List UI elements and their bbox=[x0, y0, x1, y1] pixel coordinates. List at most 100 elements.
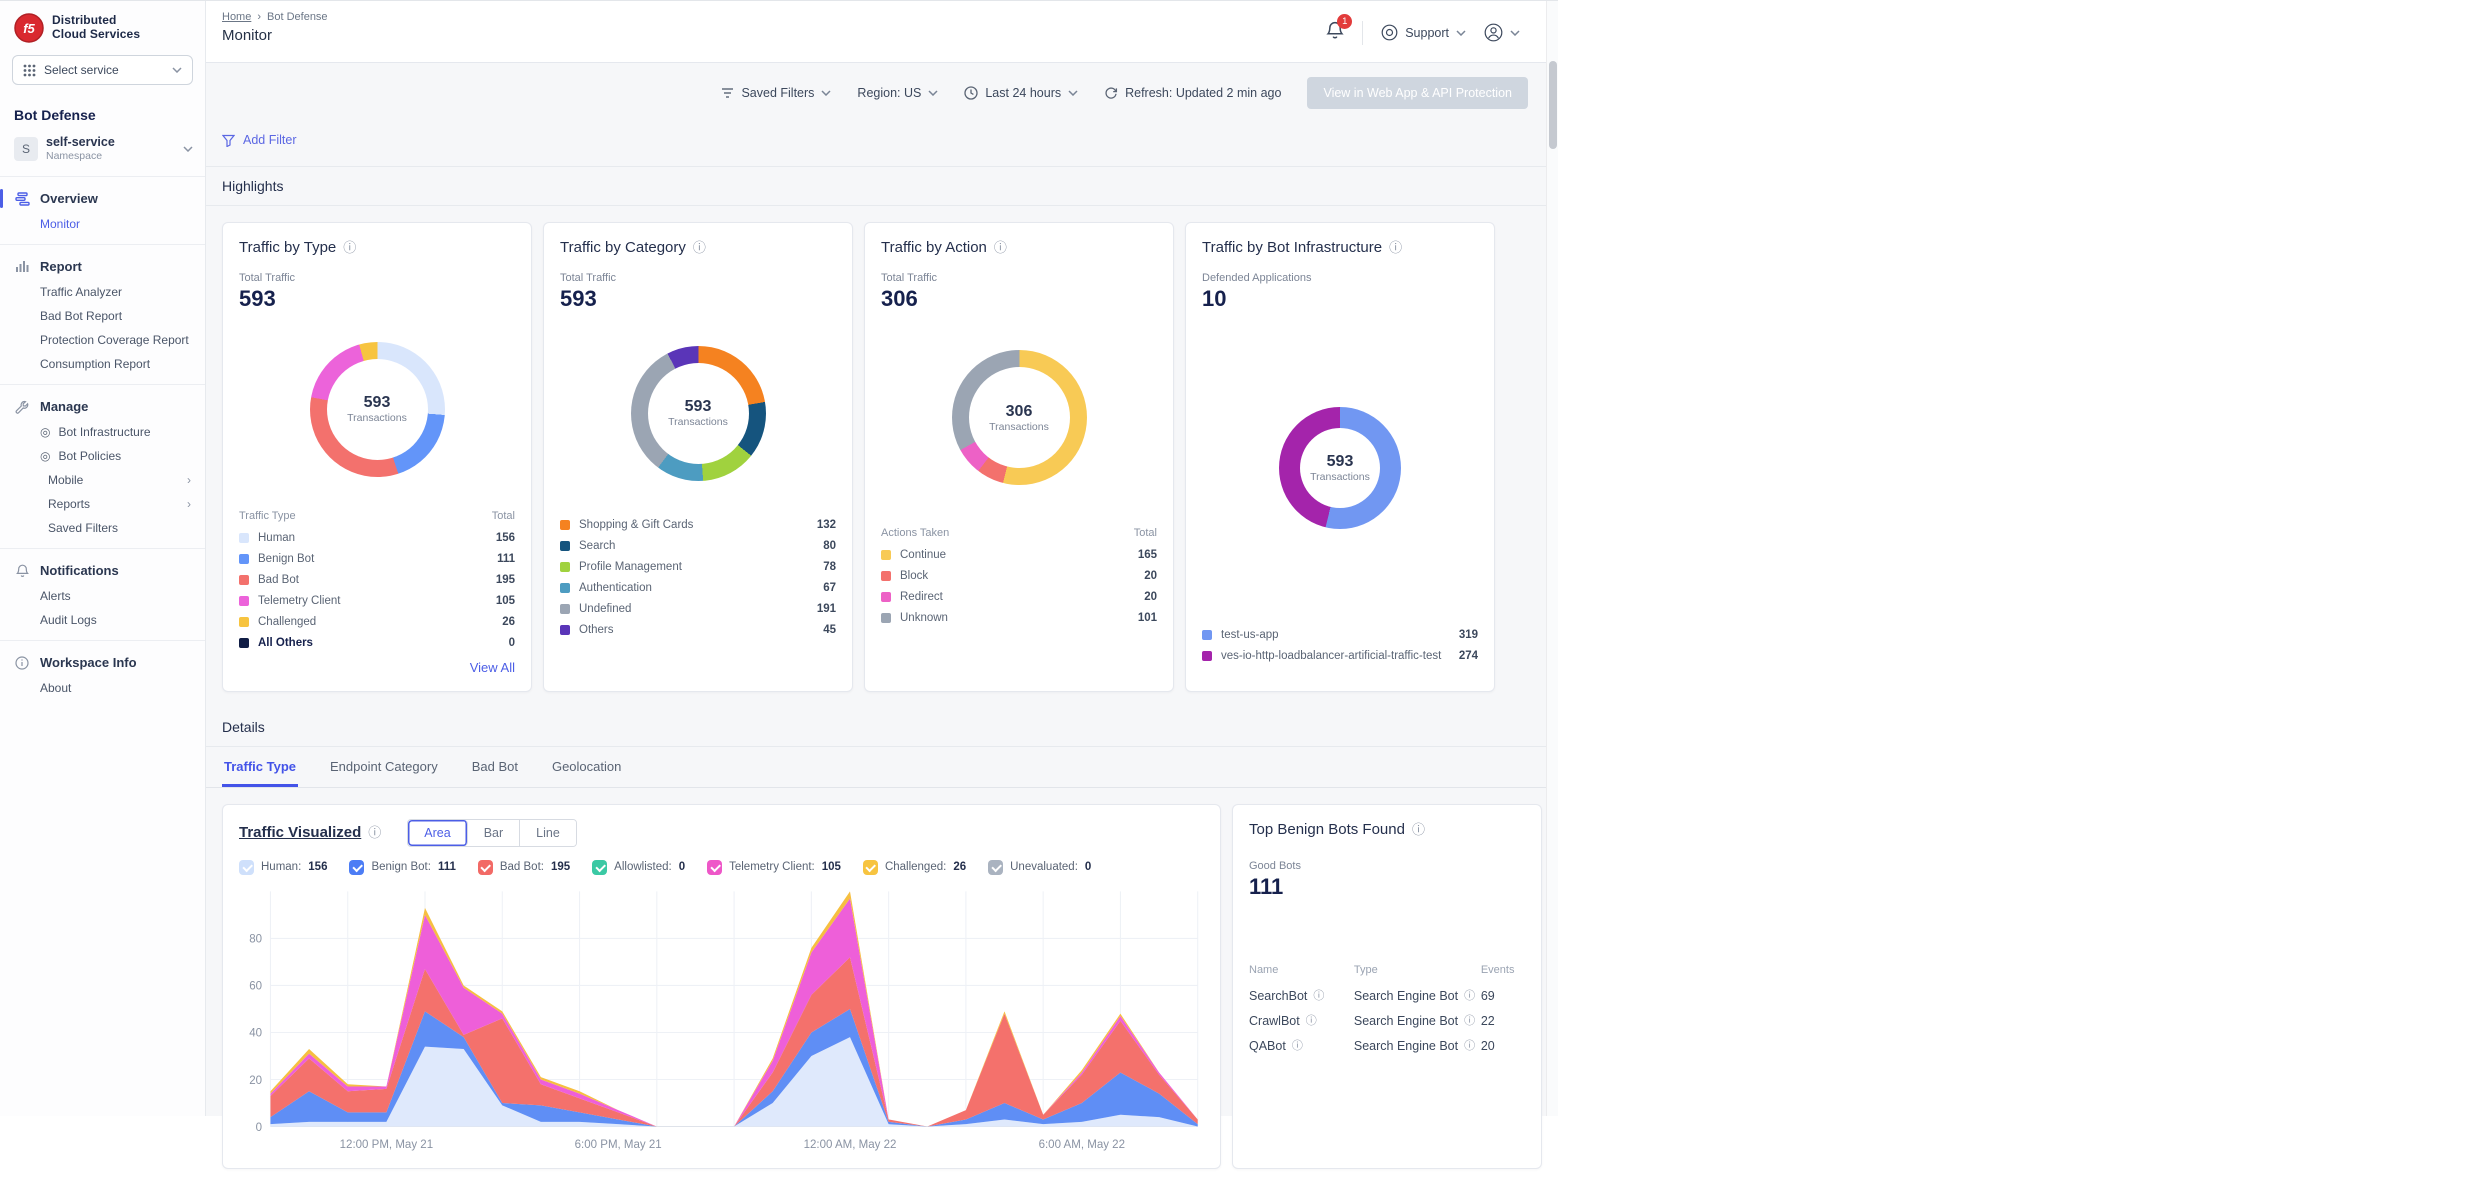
sidebar-item-overview[interactable]: Overview bbox=[0, 185, 205, 212]
sidebar-section-report[interactable]: Report bbox=[0, 253, 205, 280]
legend-value: 156 bbox=[496, 532, 515, 544]
tab-geolocation[interactable]: Geolocation bbox=[550, 747, 623, 787]
legend-swatch bbox=[239, 575, 249, 585]
stat-label: Total Traffic bbox=[560, 272, 836, 284]
series-checkbox[interactable]: Challenged: 26 bbox=[863, 860, 966, 875]
traffic-type-donut-chart[interactable]: 593 Transactions bbox=[310, 342, 445, 477]
bot-infrastructure-donut-chart[interactable]: 593 Transactions bbox=[1279, 407, 1401, 529]
info-icon[interactable]: ⓘ bbox=[1464, 1041, 1475, 1052]
legend-row[interactable]: Challenged 26 bbox=[239, 612, 515, 633]
legend-row[interactable]: test-us-app 319 bbox=[1202, 625, 1478, 646]
traffic-area-chart[interactable]: 02040608012:00 PM, May 216:00 PM, May 21… bbox=[239, 885, 1204, 1154]
info-icon[interactable]: ⓘ bbox=[1313, 991, 1324, 1002]
sidebar-item[interactable]: About bbox=[0, 676, 205, 700]
series-count: 105 bbox=[822, 861, 841, 873]
scrollbar[interactable] bbox=[1546, 1, 1558, 1116]
legend-row[interactable]: Benign Bot 111 bbox=[239, 549, 515, 570]
info-icon[interactable]: ⓘ bbox=[343, 241, 356, 254]
monitor-label: Monitor bbox=[40, 217, 80, 231]
sidebar-item[interactable]: ◎ Bot Policies bbox=[0, 444, 205, 468]
sidebar-section-manage[interactable]: Manage bbox=[0, 393, 205, 420]
series-checkbox[interactable]: Benign Bot: 111 bbox=[349, 860, 455, 875]
legend-value: 319 bbox=[1459, 629, 1478, 641]
legend-row[interactable]: Telemetry Client 105 bbox=[239, 591, 515, 612]
sidebar-item[interactable]: Protection Coverage Report bbox=[0, 328, 205, 352]
region-dropdown[interactable]: Region: US bbox=[857, 86, 938, 100]
info-icon[interactable]: ⓘ bbox=[1306, 1016, 1317, 1027]
sidebar-item[interactable]: ◎ Bot Infrastructure bbox=[0, 420, 205, 444]
legend-row[interactable]: ves-io-http-loadbalancer-artificial-traf… bbox=[1202, 646, 1478, 667]
add-filter-button[interactable]: Add Filter bbox=[222, 133, 297, 147]
mode-line-button[interactable]: Line bbox=[520, 820, 576, 846]
tab-endpoint-category[interactable]: Endpoint Category bbox=[328, 747, 440, 787]
sidebar-item[interactable]: Consumption Report bbox=[0, 352, 205, 376]
legend-row[interactable]: Shopping & Gift Cards 132 bbox=[560, 515, 836, 536]
legend-row[interactable]: Profile Management 78 bbox=[560, 557, 836, 578]
time-range-dropdown[interactable]: Last 24 hours bbox=[964, 86, 1078, 100]
nav-group-overview: Overview Monitor bbox=[0, 177, 205, 244]
info-icon[interactable]: ⓘ bbox=[368, 826, 381, 839]
series-checkbox[interactable]: Allowlisted: 0 bbox=[592, 860, 685, 875]
mode-bar-button[interactable]: Bar bbox=[468, 820, 520, 846]
scrollbar-thumb[interactable] bbox=[1549, 61, 1557, 149]
legend-row[interactable]: Human 156 bbox=[239, 528, 515, 549]
sidebar-item[interactable]: Audit Logs bbox=[0, 608, 205, 632]
series-checkbox[interactable]: Bad Bot: 195 bbox=[478, 860, 570, 875]
view-all-link[interactable]: View All bbox=[239, 660, 515, 675]
legend-row[interactable]: Search 80 bbox=[560, 536, 836, 557]
traffic-category-donut-chart[interactable]: 593 Transactions bbox=[631, 346, 766, 481]
bot-type: Search Engine Bot bbox=[1354, 1014, 1458, 1028]
sidebar-item[interactable]: Reports › bbox=[0, 492, 205, 516]
legend-row[interactable]: Authentication 67 bbox=[560, 578, 836, 599]
series-checkbox[interactable]: Human: 156 bbox=[239, 860, 327, 875]
namespace-selector[interactable]: S self-service Namespace bbox=[0, 133, 205, 176]
legend-swatch bbox=[239, 596, 249, 606]
series-checkbox[interactable]: Unevaluated: 0 bbox=[988, 860, 1091, 875]
legend-row[interactable]: All Others 0 bbox=[239, 633, 515, 654]
sidebar-item-monitor[interactable]: Monitor bbox=[0, 212, 205, 236]
info-icon[interactable]: ⓘ bbox=[693, 241, 706, 254]
info-icon[interactable]: ⓘ bbox=[1464, 991, 1475, 1002]
sidebar-section-workspace-info[interactable]: Workspace Info bbox=[0, 649, 205, 676]
legend-row[interactable]: Continue 165 bbox=[881, 545, 1157, 566]
legend-row[interactable]: Undefined 191 bbox=[560, 599, 836, 620]
breadcrumb-home[interactable]: Home bbox=[222, 11, 251, 23]
legend-swatch bbox=[560, 562, 570, 572]
info-icon[interactable]: ⓘ bbox=[1389, 241, 1402, 254]
user-menu[interactable] bbox=[1484, 23, 1520, 42]
support-menu[interactable]: Support bbox=[1381, 24, 1466, 41]
legend-row[interactable]: Block 20 bbox=[881, 566, 1157, 587]
legend-row[interactable]: Bad Bot 195 bbox=[239, 570, 515, 591]
legend-row[interactable]: Others 45 bbox=[560, 620, 836, 641]
info-icon[interactable]: ⓘ bbox=[1464, 1016, 1475, 1027]
notifications-button[interactable]: 1 bbox=[1326, 21, 1344, 45]
series-checkbox[interactable]: Telemetry Client: 105 bbox=[707, 860, 841, 875]
info-icon[interactable]: ⓘ bbox=[1292, 1041, 1303, 1052]
nav-group-manage: Manage ◎ Bot Infrastructure ◎ Bot Polici… bbox=[0, 385, 205, 548]
legend-label: Challenged bbox=[258, 616, 316, 628]
info-icon[interactable]: ⓘ bbox=[1412, 823, 1425, 836]
tab-bad-bot[interactable]: Bad Bot bbox=[470, 747, 520, 787]
sidebar-item[interactable]: Alerts bbox=[0, 584, 205, 608]
mode-area-button[interactable]: Area bbox=[408, 820, 467, 846]
sidebar-item[interactable]: Mobile › bbox=[0, 468, 205, 492]
tab-traffic-type[interactable]: Traffic Type bbox=[222, 747, 298, 787]
legend-row[interactable]: Unknown 101 bbox=[881, 608, 1157, 629]
donut-center: 593 Transactions bbox=[327, 359, 428, 460]
clock-icon bbox=[964, 86, 978, 100]
legend-row[interactable]: Redirect 20 bbox=[881, 587, 1157, 608]
sidebar-item[interactable]: Traffic Analyzer bbox=[0, 280, 205, 304]
sidebar-item-label: Bad Bot Report bbox=[40, 309, 122, 323]
chevron-down-icon bbox=[928, 90, 938, 96]
sidebar-item-label: Protection Coverage Report bbox=[40, 333, 189, 347]
refresh-button[interactable]: Refresh: Updated 2 min ago bbox=[1104, 86, 1281, 100]
sidebar-section-notifications[interactable]: Notifications bbox=[0, 557, 205, 584]
view-in-waap-button[interactable]: View in Web App & API Protection bbox=[1307, 77, 1528, 109]
sidebar-item[interactable]: Saved Filters bbox=[0, 516, 205, 540]
bot-type: Search Engine Bot bbox=[1354, 1039, 1458, 1053]
select-service-dropdown[interactable]: Select service bbox=[12, 55, 193, 85]
traffic-action-donut-chart[interactable]: 306 Transactions bbox=[952, 350, 1087, 485]
saved-filters-dropdown[interactable]: Saved Filters bbox=[721, 86, 831, 100]
info-icon[interactable]: ⓘ bbox=[994, 241, 1007, 254]
sidebar-item[interactable]: Bad Bot Report bbox=[0, 304, 205, 328]
